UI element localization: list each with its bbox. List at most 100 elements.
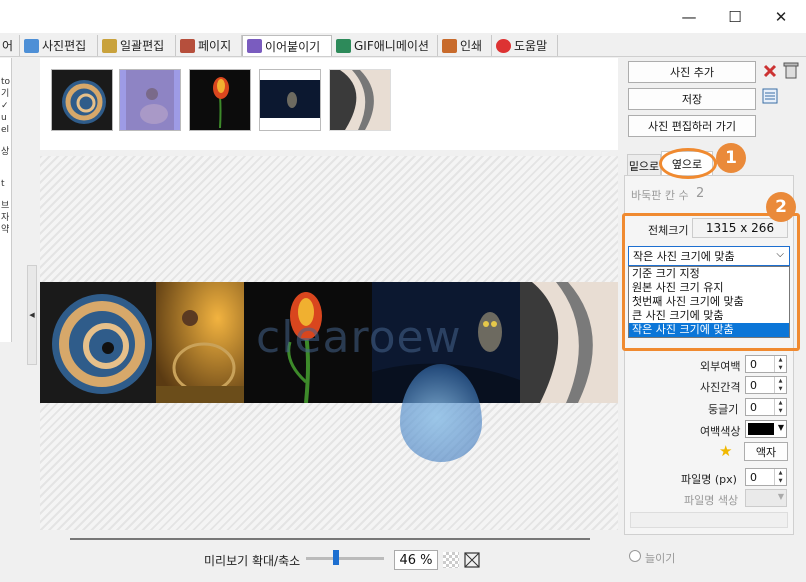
zoom-slider-thumb[interactable]: [333, 550, 339, 565]
filename-input[interactable]: [630, 512, 788, 528]
zoom-bar: 미리보기 확대/축소 46 %: [0, 548, 620, 572]
chevron-left-icon: ◀: [29, 311, 35, 319]
owl-image-icon: [260, 70, 320, 130]
tab-gif-animation[interactable]: GIF애니메이션: [332, 35, 438, 56]
thumbnail-tulip[interactable]: [189, 69, 251, 131]
abstract-image-icon: [330, 70, 390, 130]
collage-image-spiral: [40, 282, 156, 403]
zoom-label: 미리보기 확대/축소: [204, 554, 301, 568]
print-icon: [442, 38, 457, 53]
minimize-button[interactable]: —: [666, 0, 712, 33]
left-strip-text: 자: [1, 213, 10, 223]
annotation-badge-1: 1: [716, 143, 746, 173]
panel-collapse-handle[interactable]: ◀: [27, 265, 37, 365]
spacing-label: 사진간격: [700, 381, 741, 394]
tab-app[interactable]: 어: [0, 35, 20, 56]
thumbnail-spiral[interactable]: [51, 69, 113, 131]
tab-help[interactable]: 도움말: [492, 35, 558, 56]
grid-cols-value: 2: [696, 186, 705, 201]
tab-label: 사진편집: [42, 39, 87, 53]
tab-stitch[interactable]: 이어붙이기: [242, 35, 332, 56]
stitch-icon: [247, 39, 262, 53]
zoom-slider-track[interactable]: [306, 557, 384, 560]
transparency-toggle-icon[interactable]: [443, 552, 459, 568]
tab-print[interactable]: 인쇄: [438, 35, 492, 56]
maximize-button[interactable]: ☐: [712, 0, 758, 33]
close-button[interactable]: ✕: [758, 0, 804, 33]
annotation-ring-horizontal-tab: [659, 148, 717, 179]
spinner-arrows-icon[interactable]: ▲ ▼: [774, 399, 786, 415]
tab-label: GIF애니메이션: [354, 39, 429, 53]
zoom-value: 46 %: [394, 550, 438, 570]
left-strip-text: 상: [1, 147, 10, 157]
fit-to-window-icon[interactable]: [463, 551, 481, 569]
tab-label: 어: [2, 39, 14, 53]
spinner-arrows-icon[interactable]: ▲ ▼: [774, 469, 786, 485]
stretch-radio[interactable]: [629, 550, 641, 562]
title-bar: — ☐ ✕: [0, 0, 806, 33]
filename-color-label: 파일명 색상: [684, 494, 739, 507]
tab-label: 페이지: [198, 39, 232, 53]
page-icon: [180, 38, 195, 53]
horizontal-scrollbar[interactable]: [70, 538, 590, 540]
annotation-badge-2: 2: [766, 192, 796, 222]
left-clipped-panel: to 기 ✓ u el 상 t 브 자 약: [0, 58, 12, 342]
grid-cols-label: 바둑판 칸 수: [631, 189, 689, 202]
spinner-arrows-icon[interactable]: ▲ ▼: [774, 356, 786, 372]
trash-icon[interactable]: [783, 61, 799, 79]
color-swatch: [748, 423, 774, 435]
main-tab-bar: 어 사진편집 일괄편집 페이지 이어붙이기 GIF애니메이션 인쇄 도움말: [0, 33, 806, 57]
thumbnail-abstract[interactable]: [329, 69, 391, 131]
filename-size-spinner[interactable]: 0 ▲ ▼: [745, 468, 787, 486]
spacing-spinner[interactable]: 0 ▲ ▼: [745, 376, 787, 394]
frame-button[interactable]: 액자: [744, 442, 788, 461]
tulip-image-icon: [190, 70, 250, 130]
add-photo-button[interactable]: 사진 추가: [628, 61, 756, 83]
outer-margin-spinner[interactable]: 0 ▲ ▼: [745, 355, 787, 373]
list-view-icon[interactable]: [762, 88, 778, 104]
girl-image-icon: [120, 70, 180, 130]
filename-color-picker[interactable]: ▼: [745, 489, 787, 507]
left-strip-text: to: [1, 77, 11, 87]
tab-vertical[interactable]: 밑으로: [627, 154, 661, 176]
collage-image-girl: [156, 282, 244, 403]
left-strip-text: 기: [1, 89, 10, 99]
chevron-down-icon: ▼: [777, 492, 784, 501]
tab-label: 도움말: [514, 39, 548, 53]
margin-color-picker[interactable]: ▼: [745, 420, 787, 438]
help-icon: [496, 38, 511, 53]
spacing-value: 0: [750, 378, 757, 392]
tab-batch-edit[interactable]: 일괄편집: [98, 35, 176, 56]
filename-size-value: 0: [750, 470, 757, 484]
app-window: — ☐ ✕ 어 사진편집 일괄편집 페이지 이어붙이기 GIF애니메이션 인쇄 …: [0, 0, 806, 582]
left-strip-text: u: [1, 113, 7, 123]
tab-photo-edit[interactable]: 사진편집: [20, 35, 98, 56]
preview-watermark: clearoew: [256, 312, 462, 363]
chevron-down-icon: ▼: [777, 423, 784, 432]
annotation-box-size-options: [622, 213, 800, 351]
collage-image-abstract: [520, 282, 618, 403]
go-edit-button[interactable]: 사진 편집하러 가기: [628, 115, 756, 137]
spinner-arrows-icon[interactable]: ▲ ▼: [774, 377, 786, 393]
outer-margin-value: 0: [750, 357, 757, 371]
margin-color-label: 여백색상: [700, 425, 741, 438]
left-strip-text: 약: [1, 225, 10, 235]
left-strip-text: el: [1, 125, 10, 135]
spiral-image-icon: [52, 70, 112, 130]
thumbnail-owl[interactable]: [259, 69, 321, 131]
tab-page[interactable]: 페이지: [176, 35, 242, 56]
rounding-value: 0: [750, 400, 757, 414]
filename-label: 파일명 (px): [681, 473, 737, 486]
left-strip-text: ✓: [1, 101, 9, 111]
left-strip-text: t: [1, 179, 5, 189]
batch-edit-icon: [102, 38, 117, 53]
left-strip-text: 브: [1, 201, 10, 211]
thumbnail-girl[interactable]: [119, 69, 181, 131]
photo-edit-icon: [24, 38, 39, 53]
tab-label: 일괄편집: [120, 39, 165, 53]
delete-x-icon[interactable]: [762, 63, 778, 79]
star-icon: ★: [719, 442, 733, 460]
save-button[interactable]: 저장: [628, 88, 756, 110]
rounding-label: 둥글기: [708, 403, 739, 416]
rounding-spinner[interactable]: 0 ▲ ▼: [745, 398, 787, 416]
